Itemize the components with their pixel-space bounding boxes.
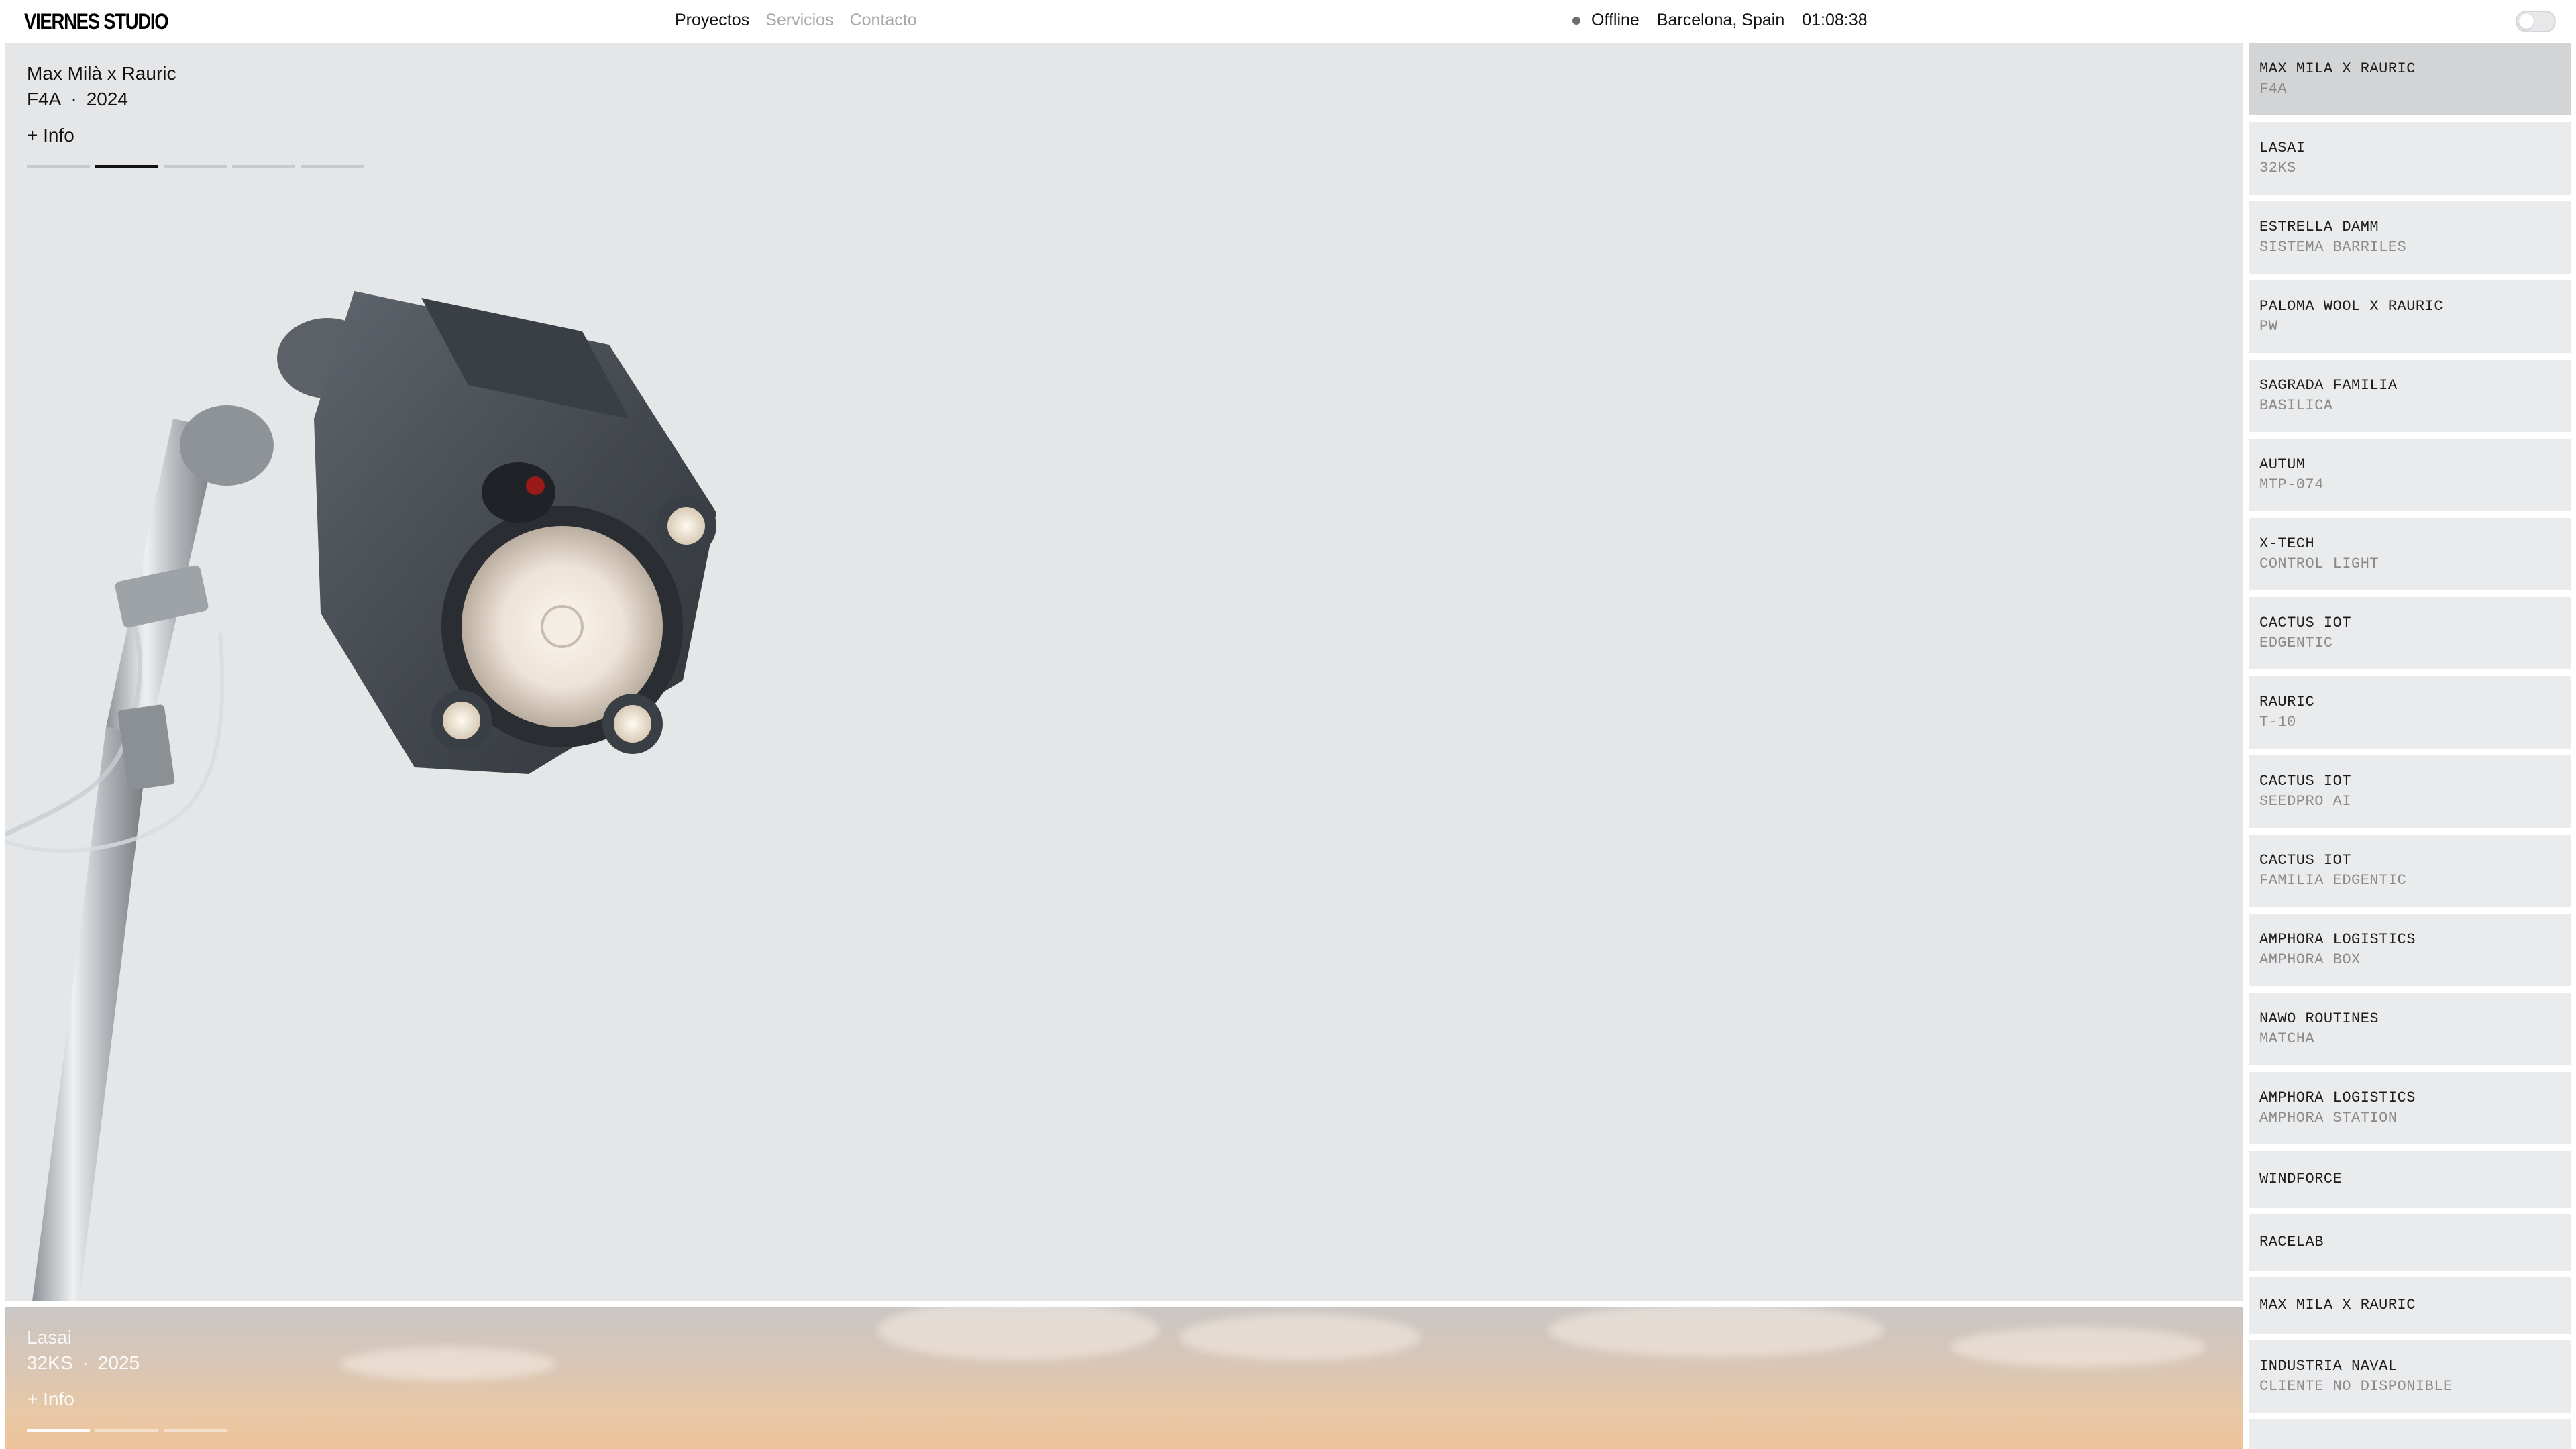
project-list-item-sub: T-10 <box>2259 714 2296 731</box>
cloud-shape <box>877 1307 1159 1360</box>
project-list-item-name: INDUSTRIA NAVAL <box>2259 1358 2398 1375</box>
theme-toggle[interactable] <box>2516 11 2556 32</box>
project-list-item-name: MAX MILA X RAURIC <box>2259 60 2416 77</box>
project-list-item[interactable]: AUTUM MTP-074 <box>2249 439 2571 511</box>
project-list-item-name: AMPHORA LOGISTICS <box>2259 1089 2416 1106</box>
project-list-item[interactable]: CACTUS IOT FAMILIA EDGENTIC <box>2249 835 2571 907</box>
project-list-item-name: CACTUS IOT <box>2259 773 2352 790</box>
meta-separator: · <box>70 89 77 109</box>
cloud-shape <box>1179 1313 1421 1360</box>
next-project-title: Lasai <box>27 1327 72 1348</box>
status-state: Offline <box>1591 11 1640 30</box>
project-year: 2024 <box>86 89 128 109</box>
project-title: Max Milà x Rauric <box>27 63 176 84</box>
project-list-item[interactable]: LASAI 32KS <box>2249 122 2571 195</box>
project-list-item[interactable]: AMPHORA LOGISTICS AMPHORA BOX <box>2249 914 2571 986</box>
project-list-item-name: PALOMA WOOL X RAURIC <box>2259 298 2444 315</box>
main-nav: Proyectos Servicios Contacto <box>675 11 917 30</box>
next-project-panel[interactable]: Lasai 32KS · 2025 + Info <box>5 1307 2243 1449</box>
project-list-item-name: LASAI <box>2259 140 2306 156</box>
nav-item-proyectos[interactable]: Proyectos <box>675 11 749 30</box>
project-list-item-name: SAGRADA FAMILIA <box>2259 377 2398 394</box>
project-list-item-sub: 32KS <box>2259 160 2296 176</box>
project-list-item-name: CACTUS IOT <box>2259 852 2352 869</box>
project-meta: F4A · 2024 <box>27 89 128 110</box>
status-clock: 01:08:38 <box>1802 11 1868 30</box>
project-list-item-name: ESTRELLA DAMM <box>2259 219 2379 235</box>
project-list-item[interactable]: RAURIC T-10 <box>2249 676 2571 749</box>
project-list-item-name: WINDFORCE <box>2259 1171 2343 1187</box>
next-slide-progress <box>27 1429 227 1432</box>
slide-indicator[interactable] <box>27 165 90 168</box>
theme-toggle-knob <box>2519 14 2534 29</box>
project-list-item-sub: PW <box>2259 318 2278 335</box>
slide-indicator[interactable] <box>232 165 295 168</box>
nav-item-servicios[interactable]: Servicios <box>765 11 833 30</box>
next-project-code: 32KS <box>27 1352 73 1373</box>
product-render-image <box>5 291 716 1301</box>
slide-indicator[interactable] <box>95 165 158 168</box>
meta-separator: · <box>82 1352 89 1373</box>
project-list-item-sub: AMPHORA STATION <box>2259 1110 2398 1126</box>
slide-indicator[interactable] <box>95 1429 158 1432</box>
brand-logo[interactable]: VIERNES STUDIO <box>24 9 169 34</box>
status-location: Barcelona, Spain <box>1656 11 1785 30</box>
project-list-item-sub: CONTROL LIGHT <box>2259 555 2379 572</box>
featured-project-panel[interactable]: Max Milà x Rauric F4A · 2024 + Info <box>5 43 2243 1301</box>
nav-item-contacto[interactable]: Contacto <box>850 11 917 30</box>
project-list-item-name: X-TECH <box>2259 535 2315 552</box>
project-list-item[interactable]: X-TECH CONTROL LIGHT <box>2249 518 2571 590</box>
project-list-item-sub: CLIENTE NO DISPONIBLE <box>2259 1378 2453 1395</box>
project-list-item-name: RAURIC <box>2259 694 2315 710</box>
project-list-item-sub: AMPHORA BOX <box>2259 951 2361 968</box>
cloud-shape <box>1548 1307 1884 1357</box>
slide-indicator[interactable] <box>301 165 364 168</box>
project-list-item-sub: MATCHA <box>2259 1030 2315 1047</box>
project-list-item-sub: F4A <box>2259 80 2288 97</box>
project-list-item-name: RACELAB <box>2259 1234 2324 1250</box>
project-list-item[interactable]: CACTUS IOT SEEDPRO AI <box>2249 755 2571 828</box>
project-list-item-name: MAX MILA X RAURIC <box>2259 1297 2416 1313</box>
project-list-item[interactable]: MAX MILA X RAURIC <box>2249 1277 2571 1334</box>
project-list-item[interactable]: RACELAB <box>2249 1214 2571 1271</box>
project-list-item-sub: SISTEMA BARRILES <box>2259 239 2407 256</box>
project-list-item-sub: BASILICA <box>2259 397 2333 414</box>
project-list-item-sub: FAMILIA EDGENTIC <box>2259 872 2407 889</box>
project-list-item[interactable]: NAWO ROUTINES MATCHA <box>2249 993 2571 1065</box>
slide-indicator[interactable] <box>164 165 227 168</box>
next-project-meta: 32KS · 2025 <box>27 1352 140 1374</box>
project-list-item[interactable] <box>2249 1419 2571 1449</box>
info-button[interactable]: + Info <box>27 125 74 146</box>
project-list-item[interactable]: ESTRELLA DAMM SISTEMA BARRILES <box>2249 201 2571 274</box>
project-list-item[interactable]: MAX MILA X RAURIC F4A <box>2249 43 2571 115</box>
slide-progress <box>27 165 364 168</box>
project-list-item[interactable]: CACTUS IOT EDGENTIC <box>2249 597 2571 669</box>
project-list-item[interactable]: WINDFORCE <box>2249 1151 2571 1208</box>
slide-indicator[interactable] <box>164 1429 227 1432</box>
project-list-item[interactable]: AMPHORA LOGISTICS AMPHORA STATION <box>2249 1072 2571 1144</box>
project-list-item-name: AUTUM <box>2259 456 2306 473</box>
project-list-item[interactable]: INDUSTRIA NAVAL CLIENTE NO DISPONIBLE <box>2249 1340 2571 1413</box>
top-bar: VIERNES STUDIO Proyectos Servicios Conta… <box>0 0 2576 43</box>
cloud-shape <box>1951 1327 2206 1367</box>
project-list-item[interactable]: SAGRADA FAMILIA BASILICA <box>2249 360 2571 432</box>
project-list-item[interactable]: PALOMA WOOL X RAURIC PW <box>2249 280 2571 353</box>
slide-indicator[interactable] <box>27 1429 90 1432</box>
status-bar: Offline Barcelona, Spain 01:08:38 <box>1572 11 1868 30</box>
status-dot-icon <box>1572 16 1580 25</box>
project-list-item-name: NAWO ROUTINES <box>2259 1010 2379 1027</box>
project-list-item-sub: SEEDPRO AI <box>2259 793 2352 810</box>
project-list: MAX MILA X RAURIC F4A LASAI 32KS ESTRELLA DA… <box>2249 43 2571 1449</box>
project-list-item-name: CACTUS IOT <box>2259 614 2352 631</box>
project-code: F4A <box>27 89 62 109</box>
project-list-item-sub: MTP-074 <box>2259 476 2324 493</box>
project-list-item-sub: EDGENTIC <box>2259 635 2333 651</box>
cloud-shape <box>341 1347 555 1381</box>
next-info-button[interactable]: + Info <box>27 1389 74 1410</box>
project-list-item-name: AMPHORA LOGISTICS <box>2259 931 2416 948</box>
next-project-year: 2025 <box>97 1352 140 1373</box>
